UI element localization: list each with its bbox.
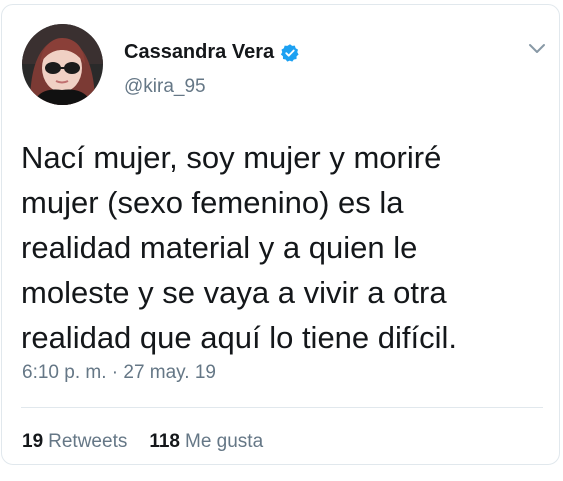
author-name[interactable]: Cassandra Vera: [124, 41, 274, 64]
divider: [21, 407, 543, 408]
retweets-stat[interactable]: 19 Retweets: [22, 431, 127, 453]
retweets-label: Retweets: [48, 431, 128, 452]
author-name-row[interactable]: Cassandra Vera: [124, 41, 300, 64]
likes-stat[interactable]: 118 Me gusta: [149, 431, 263, 453]
likes-label: Me gusta: [185, 431, 264, 452]
chevron-down-icon[interactable]: [527, 42, 547, 56]
profile-photo-icon: [22, 24, 103, 105]
avatar[interactable]: [22, 24, 103, 105]
likes-count: 118: [149, 431, 180, 452]
author-handle[interactable]: @kira_95: [124, 76, 206, 98]
retweets-count: 19: [22, 431, 44, 452]
tweet-text: Nací mujer, soy mujer y moriré mujer (se…: [21, 140, 458, 355]
tweet-timestamp[interactable]: 6:10 p. m. · 27 may. 19: [22, 362, 216, 384]
verified-badge-icon: [280, 43, 300, 63]
tweet-card: Cassandra Vera @kira_95 Nací mujer, soy …: [1, 4, 560, 465]
tweet-stats: 19 Retweets 118 Me gusta: [22, 431, 263, 453]
